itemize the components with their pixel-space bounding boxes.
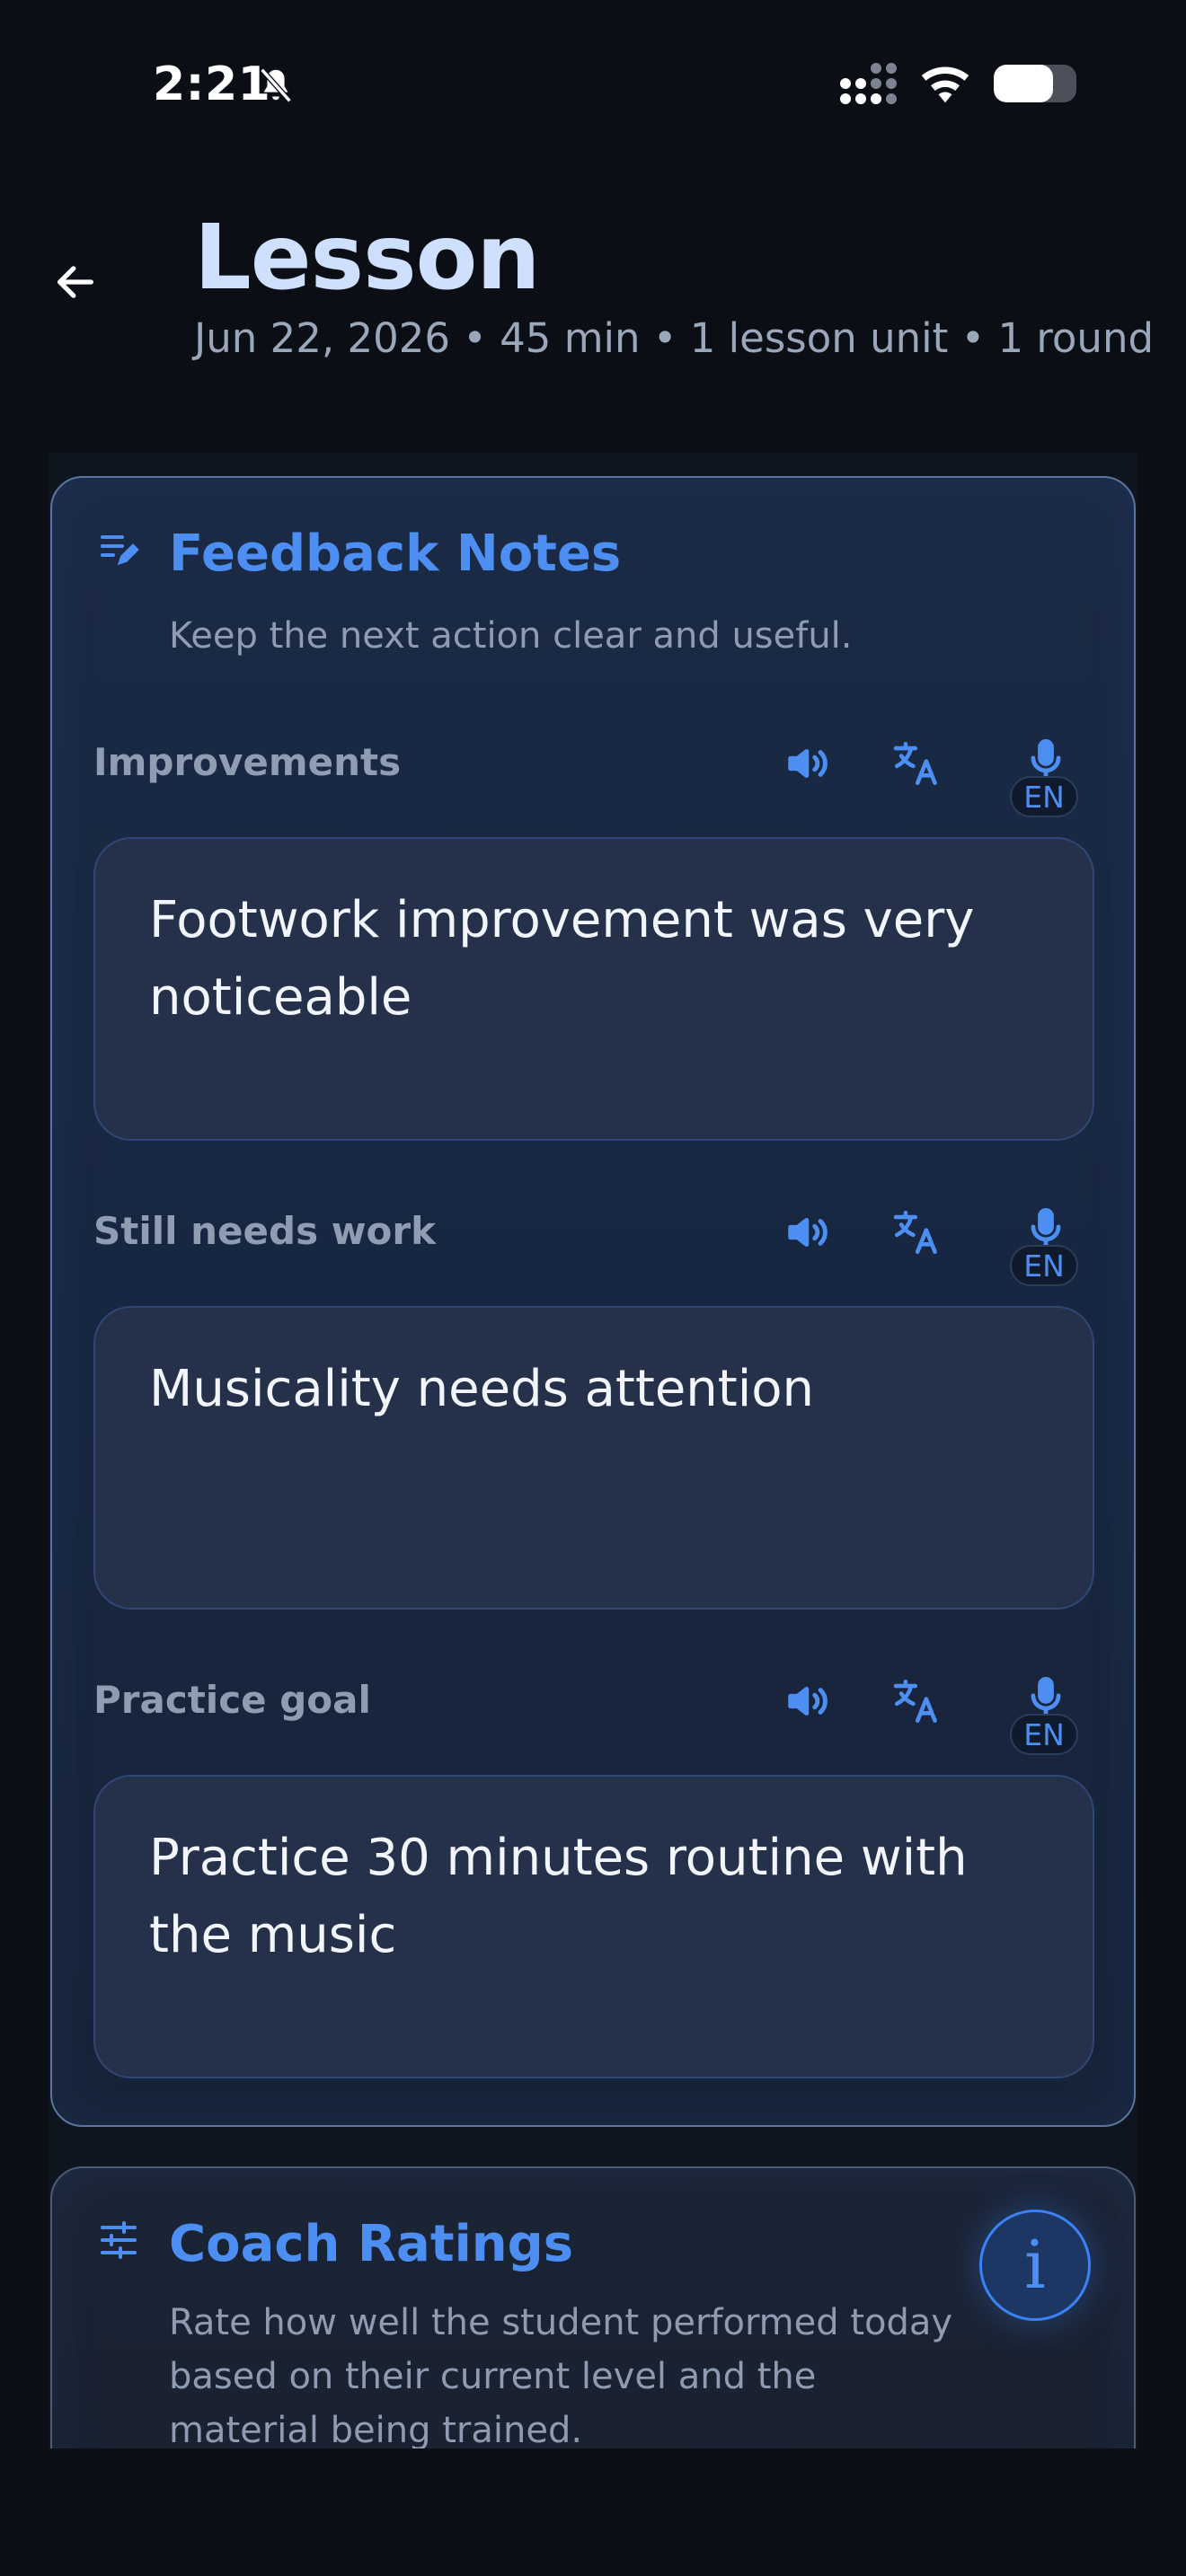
- practice-goal-textarea[interactable]: Practice 30 minutes routine with the mus…: [93, 1775, 1094, 2078]
- translate-button[interactable]: [888, 1672, 945, 1730]
- info-icon: i: [1024, 2227, 1046, 2304]
- battery-level: [994, 65, 1054, 102]
- feedback-notes-title: Feedback Notes: [169, 525, 622, 583]
- improvements-textarea[interactable]: Footwork improvement was very noticeable: [93, 837, 1094, 1141]
- speaker-icon: [788, 1687, 828, 1716]
- translate-button[interactable]: [888, 735, 945, 792]
- status-indicators: [840, 63, 1076, 104]
- translate-icon: [893, 1679, 937, 1724]
- feedback-notes-description: Keep the next action clear and useful.: [169, 615, 853, 657]
- coach-ratings-description: Rate how well the student performed toda…: [169, 2302, 953, 2448]
- bell-off-icon: [260, 67, 292, 103]
- section-label: Still needs work: [93, 1209, 436, 1253]
- coach-ratings-card: Coach Ratings Rate how well the student …: [50, 2166, 1136, 2448]
- back-button[interactable]: [47, 253, 104, 311]
- language-badge[interactable]: EN: [1010, 1245, 1078, 1286]
- speaker-icon: [788, 749, 828, 778]
- speak-button[interactable]: [780, 1672, 837, 1730]
- content-scroll-area[interactable]: Feedback Notes Keep the next action clea…: [49, 453, 1137, 2448]
- section-label: Improvements: [93, 740, 402, 784]
- language-badge[interactable]: EN: [1010, 776, 1078, 817]
- section-label: Practice goal: [93, 1678, 371, 1722]
- arrow-left-icon: [58, 266, 93, 298]
- speak-button[interactable]: [780, 1204, 837, 1261]
- status-bar: 2:21: [0, 0, 1186, 171]
- status-time: 2:21: [153, 57, 271, 111]
- speak-button[interactable]: [780, 735, 837, 792]
- language-badge[interactable]: EN: [1010, 1714, 1078, 1755]
- battery-icon: [994, 65, 1076, 102]
- feedback-notes-card: Feedback Notes Keep the next action clea…: [50, 476, 1136, 2127]
- info-button[interactable]: i: [979, 2210, 1091, 2321]
- still-needs-work-textarea[interactable]: Musicality needs attention: [93, 1306, 1094, 1610]
- lesson-screen: 2:21 Lesson Jun 22, 2026 • 45 min • 1 le…: [0, 0, 1186, 2576]
- translate-icon: [893, 1210, 937, 1255]
- speaker-icon: [788, 1218, 828, 1247]
- coach-ratings-title: Coach Ratings: [169, 2215, 574, 2273]
- translate-icon: [893, 741, 937, 786]
- cellular-signal-icon: [840, 63, 897, 104]
- sliders-icon: [101, 2221, 137, 2259]
- page-title: Lesson: [194, 205, 540, 310]
- notes-edit-icon: [101, 535, 139, 566]
- wifi-icon: [921, 66, 969, 103]
- lesson-meta: Jun 22, 2026 • 45 min • 1 lesson unit • …: [194, 314, 1155, 362]
- translate-button[interactable]: [888, 1204, 945, 1261]
